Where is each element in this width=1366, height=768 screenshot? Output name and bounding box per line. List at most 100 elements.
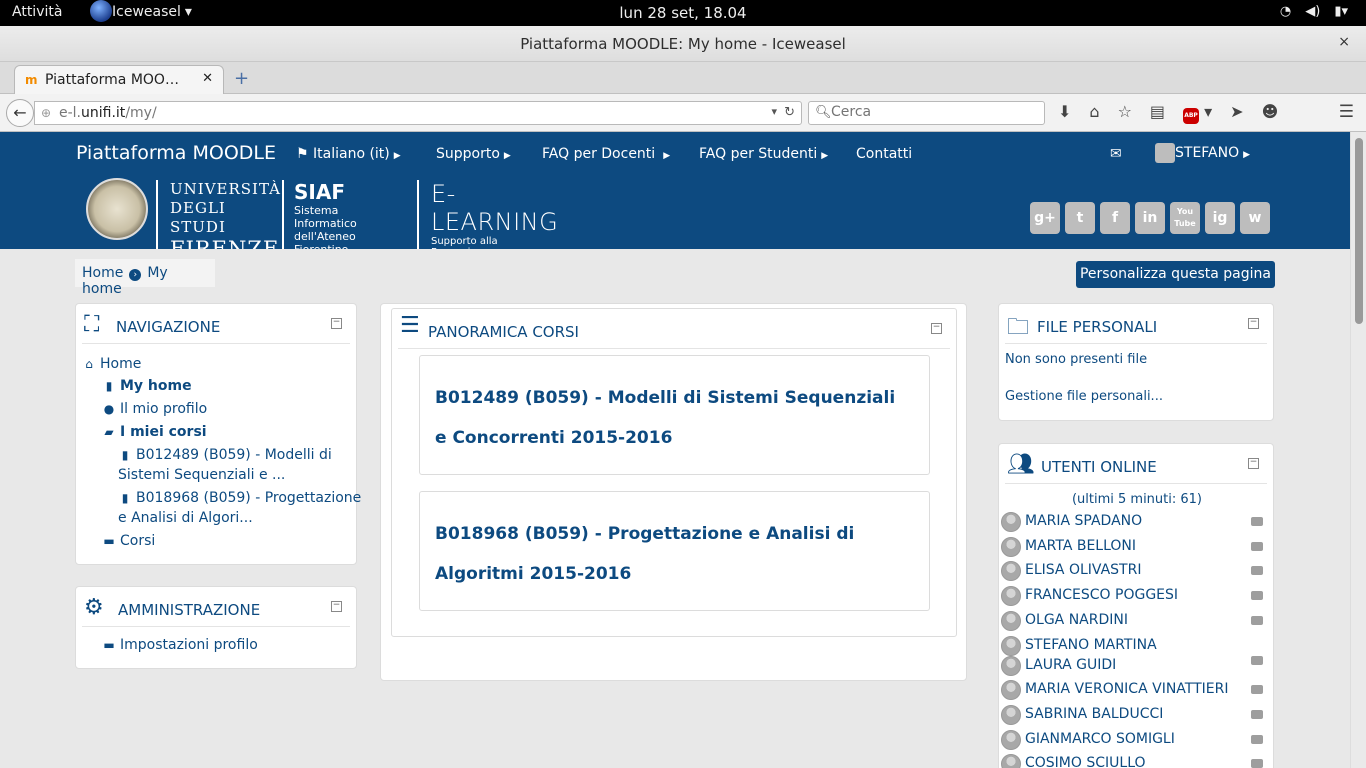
adblock-icon[interactable]: ABP ▾ <box>1183 102 1212 124</box>
breadcrumb-home[interactable]: Home <box>82 265 123 281</box>
reading-list-icon[interactable]: ▤ <box>1150 102 1165 124</box>
user-name-link[interactable]: MARIA SPADANO <box>1025 513 1142 529</box>
online-user-row: ELISA OLIVASTRI <box>1001 561 1271 581</box>
url-dropdown-icon[interactable]: ▾ <box>771 105 777 118</box>
site-info-icon[interactable]: ⊕ <box>41 106 51 120</box>
user-name-link[interactable]: LAURA GUIDI <box>1025 657 1116 673</box>
nav-my-home[interactable]: ▮ My home <box>102 376 192 396</box>
download-icon[interactable]: ⬇ <box>1058 102 1071 124</box>
online-summary: (ultimi 5 minuti: 61) <box>1071 492 1203 507</box>
menu-icon[interactable]: ☰ <box>1339 102 1354 122</box>
contacts-link[interactable]: Contatti <box>856 146 912 162</box>
collapse-icon[interactable]: − <box>331 318 342 329</box>
manage-files-link[interactable]: Gestione file personali... <box>1005 389 1163 404</box>
user-name-link[interactable]: FRANCESCO POGGESI <box>1025 587 1178 603</box>
faq-students-menu[interactable]: FAQ per Studenti ▶ <box>699 146 828 162</box>
clock[interactable]: lun 28 set, 18.04 <box>619 4 746 22</box>
online-user-row: COSIMO SCIULLO <box>1001 754 1271 768</box>
siaf-logo-text[interactable]: SIAF Sistema Informatico dell'Ateneo Fio… <box>282 180 357 256</box>
hello-chat-icon[interactable]: ☻ <box>1262 102 1279 124</box>
nav-course-1-cont[interactable]: Sistemi Sequenziali e ... <box>118 465 285 485</box>
nav-course-2[interactable]: ▮ B018968 (B059) - Progettazione <box>118 488 362 508</box>
moodle-header: Piattaforma MOODLE ⚑ Italiano (it) ▶ Supp… <box>0 132 1350 261</box>
send-icon[interactable]: ➤ <box>1230 102 1243 124</box>
user-name-link[interactable]: MARTA BELLONI <box>1025 538 1136 554</box>
linkedin-icon[interactable]: in <box>1135 202 1165 234</box>
back-button[interactable]: ← <box>6 99 34 127</box>
youtube-icon[interactable]: You Tube <box>1170 202 1200 234</box>
search-input[interactable] <box>831 104 1031 120</box>
send-message-icon[interactable] <box>1251 656 1263 665</box>
nav-my-courses[interactable]: ▰ I miei corsi <box>102 422 206 442</box>
nav-home[interactable]: ⌂ Home <box>82 354 141 374</box>
nav-my-profile[interactable]: ● Il mio profilo <box>102 399 207 419</box>
reload-icon[interactable]: ↻ <box>784 105 795 120</box>
course-card[interactable]: B018968 (B059) - Progettazione e Analisi… <box>419 491 930 611</box>
user-name-link[interactable]: COSIMO SCIULLO <box>1025 755 1146 768</box>
send-message-icon[interactable] <box>1251 517 1263 526</box>
user-name-link[interactable]: OLGA NARDINI <box>1025 612 1128 628</box>
collapse-icon[interactable]: − <box>1248 458 1259 469</box>
send-message-icon[interactable] <box>1251 685 1263 694</box>
block-title: FILE PERSONALI <box>1037 318 1158 336</box>
nav-course-1[interactable]: ▮ B012489 (B059) - Modelli di <box>118 445 332 465</box>
user-name-link[interactable]: MARIA VERONICA VINATTIERI <box>1025 681 1228 697</box>
online-user-row: GIANMARCO SOMIGLI <box>1001 730 1271 750</box>
collapse-icon[interactable]: − <box>331 601 342 612</box>
facebook-icon[interactable]: f <box>1100 202 1130 234</box>
app-menu[interactable]: Iceweasel ▾ <box>90 0 192 22</box>
twitter-icon[interactable]: t <box>1065 202 1095 234</box>
close-window-icon[interactable]: × <box>1338 34 1350 50</box>
tab-moodle[interactable]: m Piattaforma MOO… ✕ <box>14 65 224 95</box>
customize-page-button[interactable]: Personalizza questa pagina <box>1076 261 1275 288</box>
no-files-text: Non sono presenti file <box>1005 352 1148 367</box>
tab-close-icon[interactable]: ✕ <box>202 71 213 86</box>
gears-icon: ⚙ <box>84 595 104 620</box>
flag-icon: ⚑ <box>296 146 309 162</box>
user-name-link[interactable]: ELISA OLIVASTRI <box>1025 562 1141 578</box>
activities-button[interactable]: Attività <box>12 4 62 20</box>
tab-label: Piattaforma MOO… <box>45 72 179 88</box>
nav-course-2-cont[interactable]: e Analisi di Algori... <box>118 508 253 528</box>
send-message-icon[interactable] <box>1251 542 1263 551</box>
collapse-icon[interactable]: − <box>931 323 942 334</box>
send-message-icon[interactable] <box>1251 710 1263 719</box>
language-menu[interactable]: ⚑ Italiano (it) ▶ <box>296 146 401 162</box>
nav-courses[interactable]: ▬ Corsi <box>102 531 155 551</box>
course-title-link[interactable]: B018968 (B059) - Progettazione e Analisi… <box>435 514 905 594</box>
online-user-row: MARTA BELLONI <box>1001 537 1271 557</box>
send-message-icon[interactable] <box>1251 591 1263 600</box>
url-bar[interactable]: ⊕ e-l.unifi.it/my/ ▾ ↻ <box>34 101 802 125</box>
send-message-icon[interactable] <box>1251 735 1263 744</box>
send-message-icon[interactable] <box>1251 566 1263 575</box>
user-name-link[interactable]: STEFANO MARTINA <box>1025 637 1157 653</box>
folder-icon: ▬ <box>103 638 115 652</box>
scrollbar-thumb[interactable] <box>1355 138 1363 324</box>
collapse-icon[interactable]: − <box>1248 318 1259 329</box>
search-bar[interactable]: 🔍︎ <box>808 101 1045 125</box>
brand-link[interactable]: Piattaforma MOODLE <box>76 142 276 164</box>
support-menu[interactable]: Supporto ▶ <box>436 146 511 162</box>
faq-teachers-menu[interactable]: FAQ per Docenti ▶ <box>542 146 670 162</box>
user-name-link[interactable]: SABRINA BALDUCCI <box>1025 706 1163 722</box>
send-message-icon[interactable] <box>1251 759 1263 768</box>
page-scrollbar[interactable] <box>1350 132 1366 768</box>
send-message-icon[interactable] <box>1251 616 1263 625</box>
system-tray[interactable]: ◔ ◀) ▮▾ <box>1280 4 1348 19</box>
elearning-logo-text[interactable]: E-LEARNING Supporto alla Formazione <box>417 180 558 258</box>
iceweasel-icon <box>90 0 112 22</box>
nav-profile-settings[interactable]: ▬ Impostazioni profilo <box>102 637 257 653</box>
instagram-icon[interactable]: ig <box>1205 202 1235 234</box>
bookmark-star-icon[interactable]: ☆ <box>1118 102 1132 124</box>
course-title-link[interactable]: B012489 (B059) - Modelli di Sistemi Sequ… <box>435 378 905 458</box>
user-name-link[interactable]: GIANMARCO SOMIGLI <box>1025 731 1175 747</box>
user-menu[interactable]: STEFANO ▶ <box>1155 143 1250 163</box>
course-card[interactable]: B012489 (B059) - Modelli di Sistemi Sequ… <box>419 355 930 475</box>
online-user-row: OLGA NARDINI <box>1001 611 1271 631</box>
website-globe-icon[interactable]: w <box>1240 202 1270 234</box>
google-plus-icon[interactable]: g+ <box>1030 202 1060 234</box>
new-tab-icon[interactable]: + <box>234 68 249 89</box>
chevron-down-icon: ▾ <box>184 4 192 20</box>
messages-icon[interactable]: ✉ <box>1110 146 1122 162</box>
home-icon[interactable]: ⌂ <box>1089 102 1099 124</box>
